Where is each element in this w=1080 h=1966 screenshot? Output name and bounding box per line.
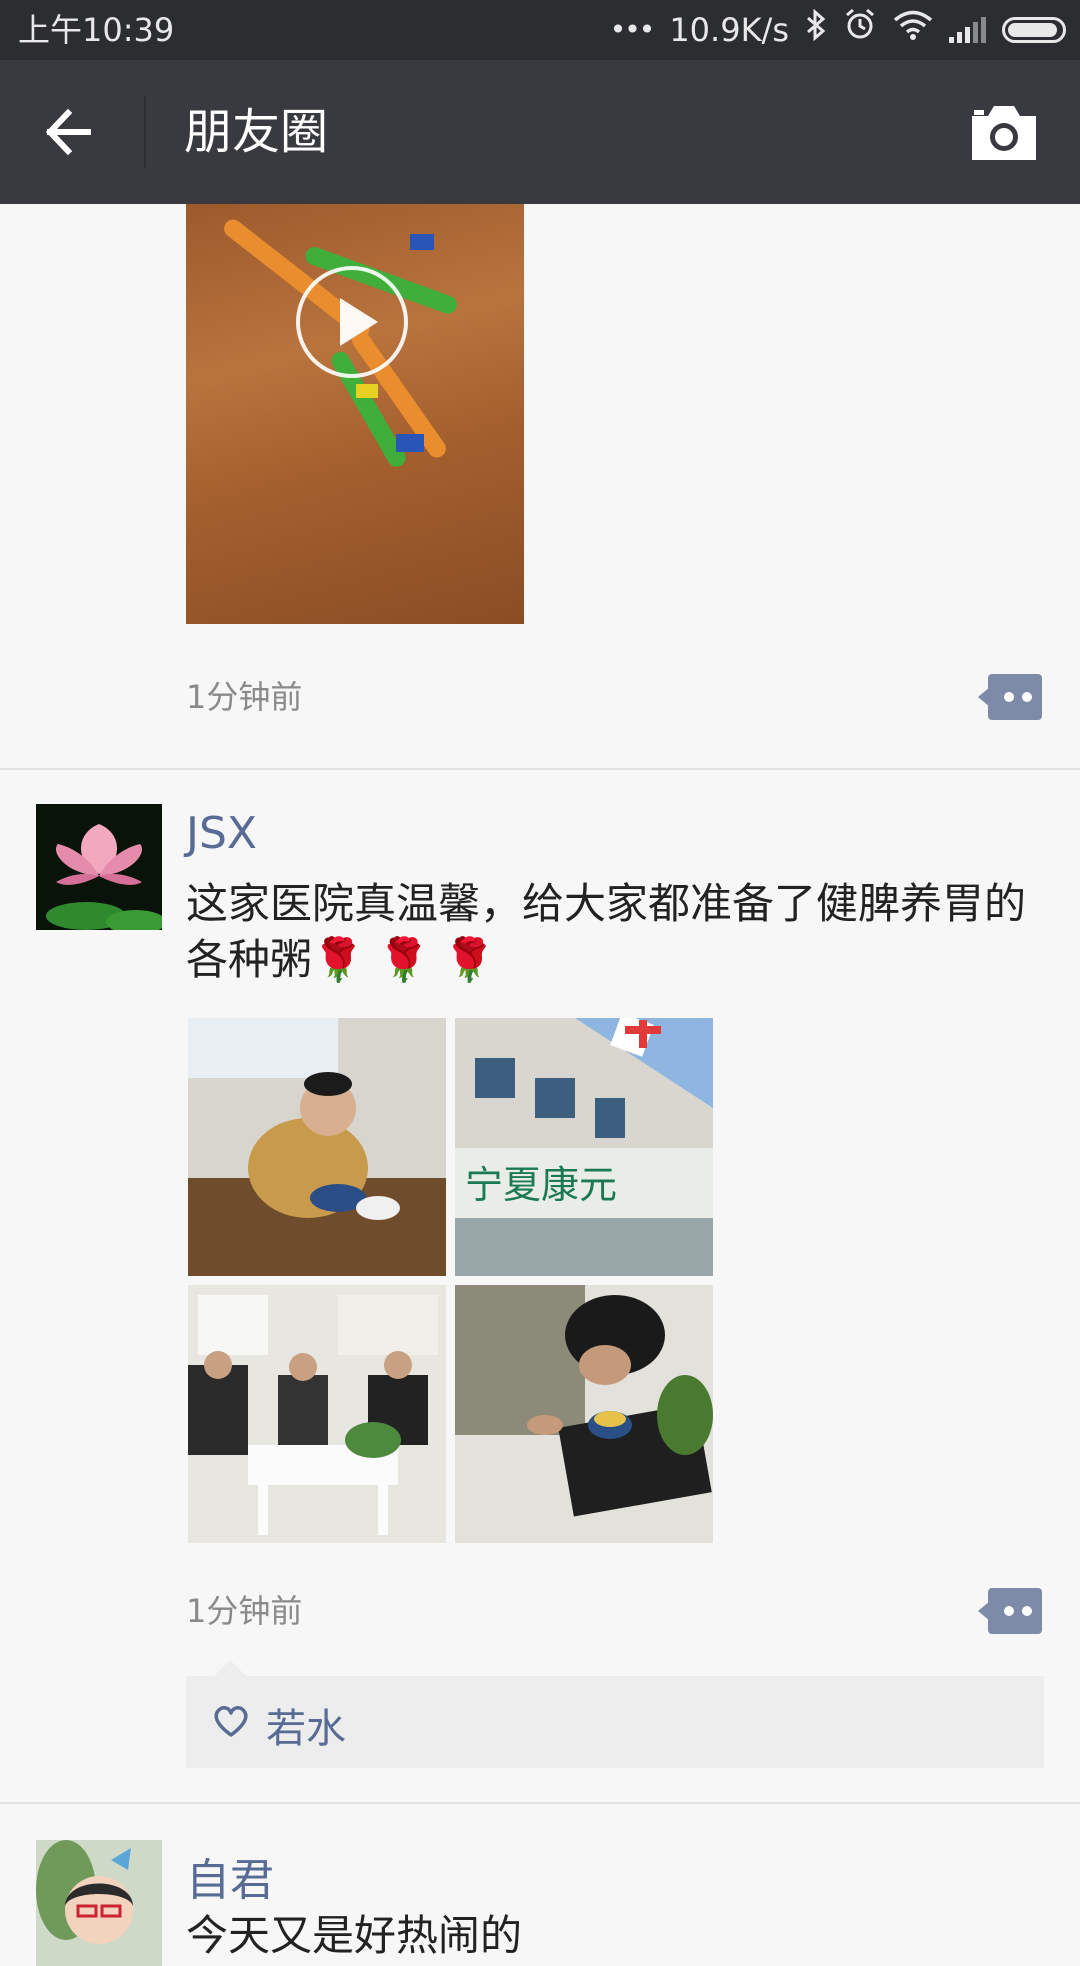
svg-text:宁夏康元: 宁夏康元 bbox=[465, 1163, 617, 1207]
title-divider bbox=[144, 96, 146, 168]
more-dots: ••• bbox=[609, 13, 656, 46]
video-thumbnail[interactable] bbox=[186, 204, 524, 624]
heart-icon bbox=[212, 1704, 250, 1742]
post-photo[interactable]: 宁夏康元 bbox=[455, 1018, 713, 1276]
title-bar: 朋友圈 bbox=[0, 60, 1080, 204]
play-icon[interactable] bbox=[296, 266, 408, 378]
post-photo[interactable] bbox=[455, 1285, 713, 1543]
signal-icon bbox=[949, 17, 986, 43]
post-username[interactable]: 自君 bbox=[186, 1844, 274, 1908]
status-right: ••• 10.9K/s bbox=[610, 0, 1066, 60]
post-divider bbox=[0, 1802, 1080, 1804]
likes-box: 若水 bbox=[186, 1660, 1044, 1768]
avatar[interactable] bbox=[36, 1840, 162, 1966]
post-text: 这家医院真温馨，给大家都准备了健脾养胃的各种粥🌹 🌹 🌹 bbox=[186, 879, 1027, 984]
page-title: 朋友圈 bbox=[184, 104, 329, 160]
avatar[interactable] bbox=[36, 804, 162, 930]
post-divider bbox=[0, 768, 1080, 770]
post-username[interactable]: JSX bbox=[186, 808, 257, 859]
bluetooth-icon bbox=[805, 0, 827, 60]
back-arrow-icon[interactable] bbox=[36, 96, 108, 168]
comment-more-icon[interactable] bbox=[978, 674, 1042, 720]
like-user[interactable]: 若水 bbox=[266, 1696, 346, 1754]
post-photo[interactable] bbox=[188, 1285, 446, 1543]
wifi-icon bbox=[893, 0, 933, 60]
post-text: 今天又是好热闹的 bbox=[186, 1911, 523, 1960]
status-bar: 上午10:39 ••• 10.9K/s bbox=[0, 0, 1080, 60]
post-time: 1分钟前 bbox=[186, 1592, 303, 1630]
post-photo[interactable] bbox=[188, 1018, 446, 1276]
post-time: 1分钟前 bbox=[186, 678, 303, 716]
comment-more-icon[interactable] bbox=[978, 1588, 1042, 1634]
battery-icon bbox=[1002, 17, 1066, 43]
status-time: 上午10:39 bbox=[18, 11, 175, 49]
network-speed: 10.9K/s bbox=[669, 11, 789, 49]
alarm-icon bbox=[843, 0, 877, 60]
camera-icon[interactable] bbox=[968, 100, 1040, 164]
